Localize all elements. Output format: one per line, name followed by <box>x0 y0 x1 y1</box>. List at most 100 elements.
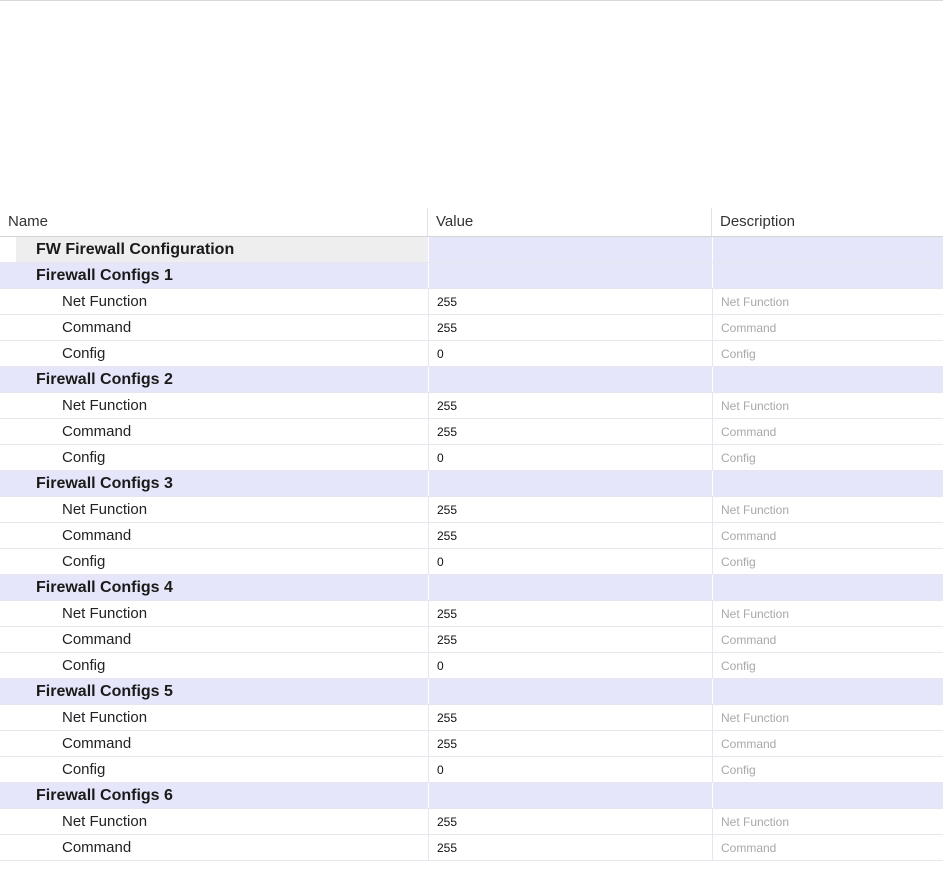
group-row-description <box>712 471 943 496</box>
top-border <box>0 0 943 1</box>
property-name: Command <box>0 419 428 444</box>
group-row-description <box>712 367 943 392</box>
group-row[interactable]: Firewall Configs 2 <box>0 367 943 393</box>
property-value[interactable]: 255 <box>428 497 712 522</box>
property-row[interactable]: Net Function 255 Net Function <box>0 809 943 835</box>
property-name: Config <box>0 653 428 678</box>
property-name: Command <box>0 315 428 340</box>
property-value[interactable]: 0 <box>428 341 712 366</box>
group-row-value <box>428 783 712 808</box>
group-row[interactable]: Firewall Configs 4 <box>0 575 943 601</box>
property-value[interactable]: 255 <box>428 419 712 444</box>
property-description: Net Function <box>712 393 943 418</box>
property-grid: Name Value Description FW Firewall Confi… <box>0 208 943 861</box>
property-description: Config <box>712 653 943 678</box>
property-row[interactable]: Command 255 Command <box>0 835 943 861</box>
property-description: Net Function <box>712 809 943 834</box>
property-description: Config <box>712 757 943 782</box>
property-description: Net Function <box>712 289 943 314</box>
property-name: Net Function <box>0 601 428 626</box>
column-header-description[interactable]: Description <box>712 208 943 236</box>
property-value[interactable]: 0 <box>428 445 712 470</box>
property-value[interactable]: 255 <box>428 731 712 756</box>
property-row[interactable]: Net Function 255 Net Function <box>0 289 943 315</box>
group-row-value <box>428 575 712 600</box>
root-row[interactable]: FW Firewall Configuration <box>0 237 943 263</box>
property-value[interactable]: 255 <box>428 835 712 860</box>
property-description: Command <box>712 627 943 652</box>
group-row-name: Firewall Configs 5 <box>0 679 428 704</box>
group-row-name: Firewall Configs 3 <box>0 471 428 496</box>
column-header-value[interactable]: Value <box>428 208 712 236</box>
column-header-name[interactable]: Name <box>0 208 428 236</box>
property-row[interactable]: Command 255 Command <box>0 523 943 549</box>
property-value[interactable]: 0 <box>428 549 712 574</box>
property-row[interactable]: Net Function 255 Net Function <box>0 497 943 523</box>
property-description: Config <box>712 445 943 470</box>
group-row-description <box>712 575 943 600</box>
property-value[interactable]: 0 <box>428 757 712 782</box>
property-name: Net Function <box>0 809 428 834</box>
property-row[interactable]: Command 255 Command <box>0 627 943 653</box>
property-value[interactable]: 255 <box>428 705 712 730</box>
property-name: Command <box>0 731 428 756</box>
group-row-description <box>712 783 943 808</box>
page: Name Value Description FW Firewall Confi… <box>0 0 943 876</box>
property-description: Command <box>712 523 943 548</box>
group-row-value <box>428 367 712 392</box>
property-name: Command <box>0 523 428 548</box>
property-description: Command <box>712 731 943 756</box>
group-row[interactable]: Firewall Configs 3 <box>0 471 943 497</box>
property-row[interactable]: Command 255 Command <box>0 315 943 341</box>
property-value[interactable]: 255 <box>428 627 712 652</box>
property-row[interactable]: Command 255 Command <box>0 731 943 757</box>
property-value[interactable]: 0 <box>428 653 712 678</box>
root-row-name: FW Firewall Configuration <box>16 237 428 262</box>
group-row-description <box>712 263 943 288</box>
property-name: Config <box>0 445 428 470</box>
property-description: Command <box>712 419 943 444</box>
column-header-row: Name Value Description <box>0 208 943 237</box>
property-value[interactable]: 255 <box>428 809 712 834</box>
group-row-name: Firewall Configs 4 <box>0 575 428 600</box>
property-description: Config <box>712 549 943 574</box>
property-value[interactable]: 255 <box>428 601 712 626</box>
property-description: Command <box>712 315 943 340</box>
group-row[interactable]: Firewall Configs 5 <box>0 679 943 705</box>
root-row-description <box>712 237 943 262</box>
group-row-value <box>428 471 712 496</box>
property-name: Net Function <box>0 497 428 522</box>
property-row[interactable]: Config 0 Config <box>0 341 943 367</box>
group-row[interactable]: Firewall Configs 6 <box>0 783 943 809</box>
property-name: Config <box>0 341 428 366</box>
group-row-value <box>428 263 712 288</box>
property-name: Config <box>0 549 428 574</box>
property-row[interactable]: Config 0 Config <box>0 653 943 679</box>
group-row-name: Firewall Configs 6 <box>0 783 428 808</box>
property-description: Net Function <box>712 601 943 626</box>
property-name: Net Function <box>0 289 428 314</box>
property-name: Net Function <box>0 705 428 730</box>
property-name: Config <box>0 757 428 782</box>
property-row[interactable]: Command 255 Command <box>0 419 943 445</box>
property-value[interactable]: 255 <box>428 289 712 314</box>
property-description: Config <box>712 341 943 366</box>
group-row-value <box>428 679 712 704</box>
group-row-name: Firewall Configs 2 <box>0 367 428 392</box>
property-description: Net Function <box>712 705 943 730</box>
property-row[interactable]: Net Function 255 Net Function <box>0 393 943 419</box>
root-row-value <box>428 237 712 262</box>
property-value[interactable]: 255 <box>428 315 712 340</box>
property-row[interactable]: Config 0 Config <box>0 757 943 783</box>
property-value[interactable]: 255 <box>428 393 712 418</box>
property-description: Command <box>712 835 943 860</box>
property-value[interactable]: 255 <box>428 523 712 548</box>
property-row[interactable]: Config 0 Config <box>0 549 943 575</box>
property-row[interactable]: Net Function 255 Net Function <box>0 601 943 627</box>
property-name: Command <box>0 627 428 652</box>
group-row[interactable]: Firewall Configs 1 <box>0 263 943 289</box>
group-row-description <box>712 679 943 704</box>
property-row[interactable]: Config 0 Config <box>0 445 943 471</box>
property-description: Net Function <box>712 497 943 522</box>
property-row[interactable]: Net Function 255 Net Function <box>0 705 943 731</box>
